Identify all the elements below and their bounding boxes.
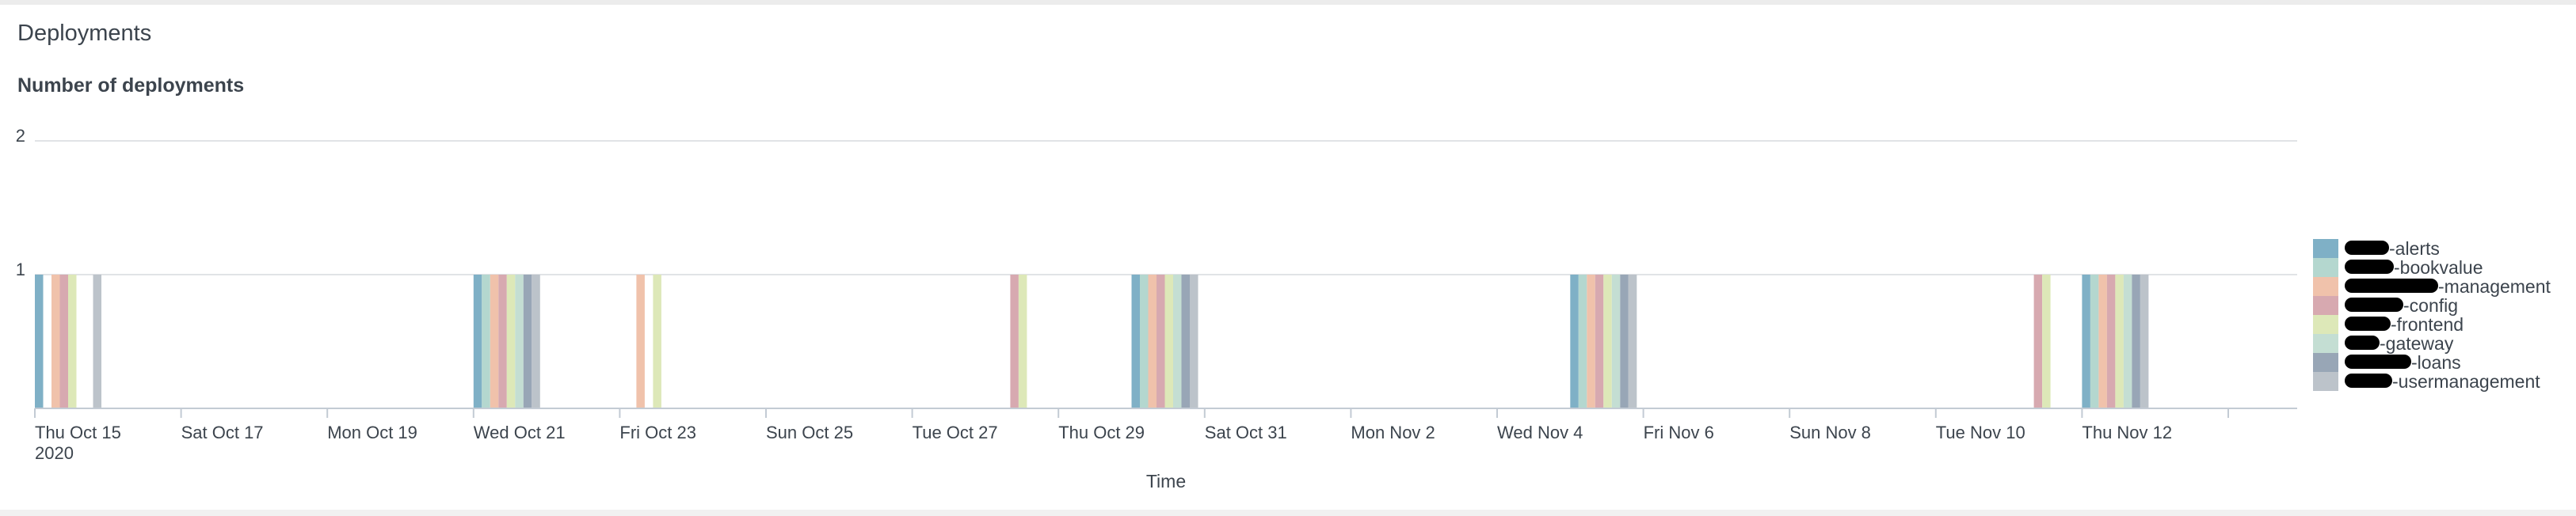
bar-config-1 xyxy=(498,275,507,408)
legend-label: -frontend xyxy=(2391,314,2464,335)
x-tick-label: Mon Oct 19 xyxy=(327,423,417,442)
legend-label: -loans xyxy=(2411,352,2461,373)
redaction-mark xyxy=(2345,241,2389,255)
x-tick-label: Mon Nov 2 xyxy=(1351,423,1435,442)
bar-loans-1 xyxy=(523,275,532,408)
x-tick-label: Sun Nov 8 xyxy=(1789,423,1871,442)
legend-swatch xyxy=(2313,334,2338,353)
bar-loans-7 xyxy=(2132,275,2140,408)
bar-bookvalue-5 xyxy=(1578,275,1587,408)
bar-frontend-5 xyxy=(1603,275,1612,408)
bar-alerts-7 xyxy=(2082,275,2090,408)
redaction-mark xyxy=(2345,374,2392,388)
x-tick-label: Tue Nov 10 xyxy=(1936,423,2025,442)
x-tick-label: Fri Nov 6 xyxy=(1644,423,1714,442)
redaction-mark xyxy=(2345,355,2411,369)
x-tick-label: Wed Nov 4 xyxy=(1497,423,1583,442)
bar-loans-5 xyxy=(1620,275,1629,408)
redaction-mark xyxy=(2345,260,2394,274)
bar-usermanagement-7 xyxy=(2140,275,2149,408)
bar-alerts-0 xyxy=(35,275,44,408)
bar-frontend-0 xyxy=(68,275,77,408)
bar-frontend-4 xyxy=(1164,275,1173,408)
bar-bookvalue-1 xyxy=(482,275,490,408)
bar-config-4 xyxy=(1157,275,1165,408)
legend-label: -bookvalue xyxy=(2394,257,2483,278)
redaction-mark xyxy=(2345,317,2391,331)
y-tick-label: 2 xyxy=(16,126,25,146)
y-tick-label: 1 xyxy=(16,260,25,279)
x-year-label: 2020 xyxy=(35,443,74,463)
redaction-mark xyxy=(2345,336,2380,350)
x-tick-label: Thu Nov 12 xyxy=(2082,423,2172,442)
x-axis-title: Time xyxy=(1146,471,1186,491)
x-tick-label: Thu Oct 15 xyxy=(35,423,121,442)
bar-bookvalue-4 xyxy=(1140,275,1149,408)
legend-swatch xyxy=(2313,315,2338,334)
bar-frontend-1 xyxy=(506,275,516,408)
legend-swatch xyxy=(2313,353,2338,372)
bar-frontend-6 xyxy=(2042,275,2051,408)
x-tick-label: Fri Oct 23 xyxy=(619,423,696,442)
legend-swatch xyxy=(2313,372,2338,391)
bottom-border xyxy=(0,510,2576,516)
x-tick-label: Sat Oct 31 xyxy=(1205,423,1287,442)
legend-label: -usermanagement xyxy=(2392,371,2540,392)
bar-management-4 xyxy=(1148,275,1157,408)
legend-label: -gateway xyxy=(2380,333,2454,354)
legend-label: -management xyxy=(2438,276,2551,297)
grid-layer xyxy=(35,140,2297,275)
bar-config-6 xyxy=(2033,275,2043,408)
bar-alerts-4 xyxy=(1131,275,1140,408)
bar-gateway-7 xyxy=(2123,275,2132,408)
bar-management-2 xyxy=(636,275,645,408)
legend-swatch xyxy=(2313,277,2338,296)
bar-alerts-5 xyxy=(1570,275,1579,408)
redaction-mark xyxy=(2345,279,2438,293)
bar-usermanagement-4 xyxy=(1190,275,1198,408)
bar-management-1 xyxy=(490,275,499,408)
deployments-chart: 1 2 Thu Oct 15 Sat Oct 17 Mon Oct 19 Wed Oct … xyxy=(16,126,2297,491)
bar-usermanagement-0 xyxy=(93,275,101,408)
legend-swatch xyxy=(2313,258,2338,277)
bar-loans-4 xyxy=(1181,275,1190,408)
bar-usermanagement-1 xyxy=(532,275,540,408)
x-tick-label: Thu Oct 29 xyxy=(1058,423,1145,442)
bars-layer xyxy=(35,275,2149,408)
bar-config-7 xyxy=(2106,275,2116,408)
bar-gateway-1 xyxy=(515,275,524,408)
x-tick-label: Sun Oct 25 xyxy=(766,423,853,442)
redaction-mark xyxy=(2345,298,2403,312)
legend-swatch xyxy=(2313,239,2338,258)
bar-management-0 xyxy=(51,275,60,408)
x-tick-label: Sat Oct 17 xyxy=(181,423,264,442)
bar-config-5 xyxy=(1595,275,1604,408)
bar-management-7 xyxy=(2098,275,2107,408)
bar-bookvalue-7 xyxy=(2090,275,2099,408)
bar-usermanagement-5 xyxy=(1628,275,1637,408)
x-tick-label: Wed Oct 21 xyxy=(474,423,566,442)
bar-config-3 xyxy=(1010,275,1019,408)
bar-frontend-7 xyxy=(2115,275,2124,408)
bar-frontend-2 xyxy=(653,275,661,408)
legend-label: -config xyxy=(2403,295,2459,316)
bar-gateway-4 xyxy=(1173,275,1182,408)
legend-swatch xyxy=(2313,296,2338,315)
legend-label: -alerts xyxy=(2389,238,2440,259)
bar-frontend-3 xyxy=(1018,275,1027,408)
bar-alerts-1 xyxy=(473,275,482,408)
bar-config-0 xyxy=(59,275,68,408)
x-tick-label: Tue Oct 27 xyxy=(913,423,998,442)
bar-management-5 xyxy=(1587,275,1595,408)
bar-gateway-5 xyxy=(1611,275,1621,408)
